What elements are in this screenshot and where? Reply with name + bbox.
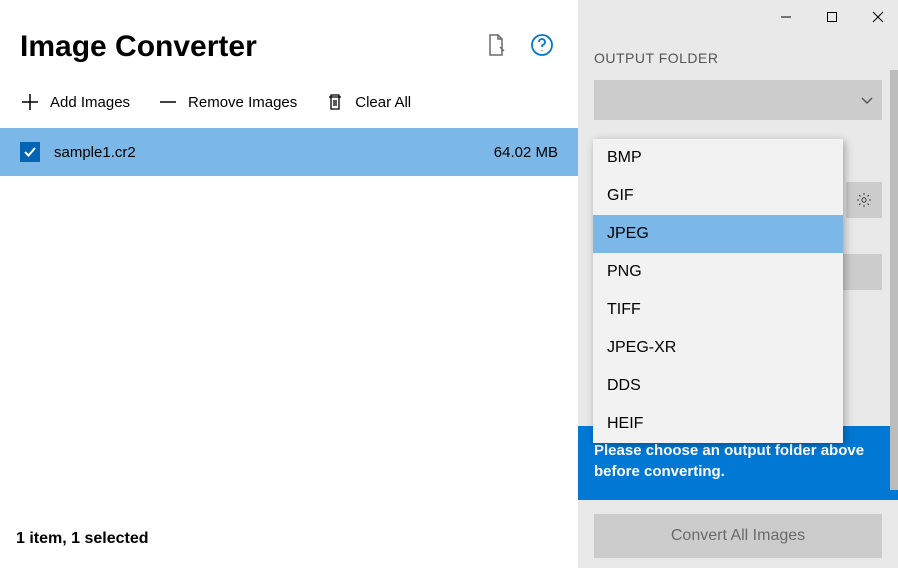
convert-button[interactable]: Convert All Images: [594, 514, 882, 558]
chevron-down-icon: [860, 93, 874, 107]
gear-icon: [856, 192, 872, 208]
app-title: Image Converter: [20, 30, 484, 64]
format-option-bmp[interactable]: BMP: [593, 139, 843, 177]
format-option-gif[interactable]: GIF: [593, 177, 843, 215]
file-list: sample1.cr2 64.02 MB: [0, 128, 578, 514]
file-row[interactable]: sample1.cr2 64.02 MB: [0, 128, 578, 176]
minimize-button[interactable]: [780, 10, 792, 26]
file-name: sample1.cr2: [54, 144, 454, 161]
format-option-dds[interactable]: DDS: [593, 367, 843, 405]
close-button[interactable]: [872, 10, 884, 26]
left-panel: Image Converter: [0, 0, 578, 568]
clear-all-label: Clear All: [355, 94, 411, 111]
format-settings-button[interactable]: [846, 182, 882, 218]
add-images-button[interactable]: Add Images: [20, 92, 130, 112]
format-option-jpeg[interactable]: JPEG: [593, 215, 843, 253]
status-bar: 1 item, 1 selected: [0, 514, 578, 568]
format-option-heif[interactable]: HEIF: [593, 405, 843, 443]
clear-all-button[interactable]: Clear All: [325, 92, 411, 112]
scrollbar[interactable]: [890, 70, 898, 490]
format-option-png[interactable]: PNG: [593, 253, 843, 291]
maximize-button[interactable]: [826, 10, 838, 26]
help-icon[interactable]: [530, 33, 554, 62]
file-checkbox[interactable]: [20, 142, 40, 162]
format-option-tiff[interactable]: TIFF: [593, 291, 843, 329]
right-panel: OUTPUT FOLDER BMP GIF JPEG: [578, 0, 898, 568]
output-folder-select[interactable]: [594, 80, 882, 120]
format-option-jpegxr[interactable]: JPEG-XR: [593, 329, 843, 367]
remove-images-button[interactable]: Remove Images: [158, 92, 297, 112]
file-size: 64.02 MB: [468, 144, 558, 161]
output-folder-label: OUTPUT FOLDER: [594, 50, 882, 66]
page-icon[interactable]: [484, 33, 508, 62]
remove-images-label: Remove Images: [188, 94, 297, 111]
add-images-label: Add Images: [50, 94, 130, 111]
toolbar: Add Images Remove Images Clear All: [0, 84, 578, 128]
format-dropdown: BMP GIF JPEG PNG TIFF JPEG-XR DDS HEIF: [593, 139, 843, 443]
